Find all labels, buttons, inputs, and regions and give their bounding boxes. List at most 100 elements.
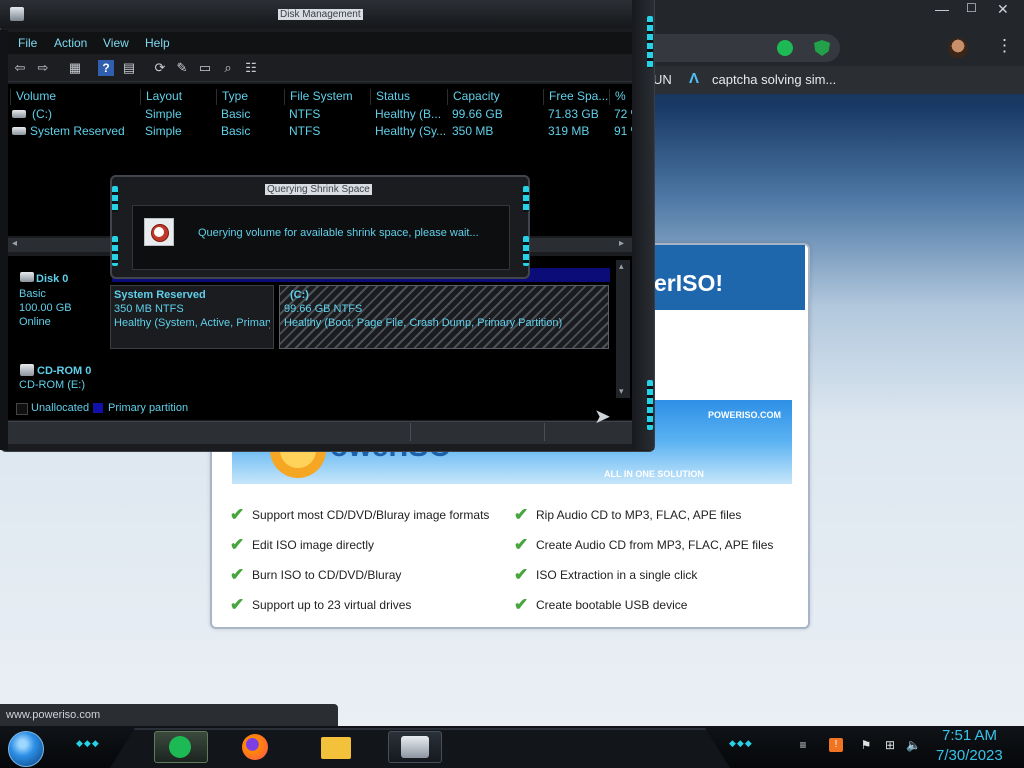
frame-accent (647, 16, 653, 68)
browser-minimize-button[interactable]: — (935, 1, 949, 17)
check-icon: ✔ (514, 535, 529, 554)
vertical-scrollbar[interactable] (616, 260, 630, 398)
properties-icon[interactable]: ▤ (121, 60, 137, 76)
clock-time[interactable]: 7:51 AM (942, 727, 997, 744)
refresh-icon[interactable]: ⟳ (152, 60, 168, 76)
menu-action[interactable]: Action (54, 36, 87, 50)
volume-icon[interactable]: 🔈 (906, 738, 921, 752)
feature-label: Support most CD/DVD/Bluray image formats (252, 508, 490, 522)
status-divider (410, 423, 411, 441)
profile-avatar[interactable] (948, 38, 968, 58)
captcha-bookmark-icon: Λ (689, 70, 700, 87)
cell-volume: System Reserved (30, 124, 125, 138)
table-row[interactable] (10, 107, 632, 123)
disk-label[interactable]: Disk 0 (36, 272, 68, 286)
back-icon[interactable]: ⇦ (12, 60, 28, 76)
column-header-capacity[interactable]: Capacity (447, 89, 543, 105)
status-divider (544, 423, 545, 441)
console-tree-icon[interactable]: ▦ (67, 60, 83, 76)
legend-primary-swatch (93, 403, 103, 413)
menu-file[interactable]: File (18, 36, 37, 50)
taskbar-accent: ◆◆◆ (76, 738, 100, 748)
check-icon: ✔ (514, 595, 529, 614)
cell-percent-free: 91 % (614, 124, 632, 138)
clock-date[interactable]: 7/30/2023 (936, 747, 1003, 764)
drive-icon (12, 110, 26, 118)
dialog-message: Querying volume for available shrink spa… (198, 227, 479, 239)
cdrom-label[interactable]: CD-ROM 0 (37, 364, 91, 378)
firefox-icon (242, 734, 268, 760)
check-icon: ✔ (230, 535, 245, 554)
mouse-cursor-icon: ➤ (594, 406, 611, 428)
taskbar-notes-app[interactable] (154, 731, 208, 763)
feature-label: ISO Extraction in a single click (536, 568, 698, 582)
feature-item: ✔ Burn ISO to CD/DVD/Bluray (230, 565, 401, 585)
browser-close-button[interactable]: ✕ (997, 1, 1009, 18)
frame-accent (647, 380, 653, 430)
partition-name: System Reserved (114, 289, 206, 301)
taskbar-file-explorer[interactable] (312, 731, 364, 761)
start-button[interactable] (8, 731, 44, 767)
window-title: Disk Management (278, 9, 363, 20)
feature-item: ✔ Support most CD/DVD/Bluray image format… (230, 505, 489, 525)
taskbar-accent: ◆◆◆ (729, 738, 753, 748)
menu-help[interactable]: Help (145, 36, 170, 50)
check-icon: ✔ (514, 565, 529, 584)
notes-extension-icon[interactable] (777, 40, 793, 56)
open-icon[interactable]: ▭ (197, 60, 213, 76)
column-header-layout[interactable]: Layout (140, 89, 216, 105)
browser-maximize-button[interactable]: ☐ (966, 1, 977, 15)
dialog-frame-accent (523, 186, 529, 212)
window-frame-left (0, 30, 8, 450)
column-header-type[interactable]: Type (216, 89, 284, 105)
link-status-url: www.poweriso.com (0, 704, 338, 726)
column-header-free-space[interactable]: Free Spa... (543, 89, 609, 105)
disk-icon (20, 272, 34, 282)
check-icon: ✔ (230, 565, 245, 584)
settings-icon[interactable]: ☷ (243, 60, 259, 76)
cdrom-drive: CD-ROM (E:) (19, 379, 85, 391)
check-disk-icon[interactable]: ✎ (174, 60, 190, 76)
taskbar-disk-management[interactable] (388, 731, 442, 763)
taskbar-firefox[interactable] (232, 731, 284, 761)
cell-layout: Simple (145, 124, 182, 138)
menu-view[interactable]: View (103, 36, 129, 50)
partition-status: Healthy (System, Active, Primary (114, 317, 270, 329)
legend-unallocated-swatch (16, 403, 28, 415)
cell-layout: Simple (145, 107, 182, 121)
tray-warning-icon[interactable]: ! (829, 738, 843, 752)
dialog-frame-accent (112, 186, 118, 212)
feature-item: ✔ Create Audio CD from MP3, FLAC, APE fil… (514, 535, 773, 555)
cell-volume: (C:) (32, 107, 52, 121)
help-icon[interactable]: ? (98, 60, 114, 76)
tray-menu-icon[interactable]: ≡ (796, 738, 810, 752)
feature-label: Rip Audio CD to MP3, FLAC, APE files (536, 508, 742, 522)
cell-type: Basic (221, 124, 251, 138)
search-icon[interactable]: ⌕ (220, 60, 236, 76)
column-header-percent-free[interactable]: % F (609, 89, 632, 105)
forward-icon[interactable]: ⇨ (35, 60, 51, 76)
scroll-down-icon[interactable]: ▾ (619, 386, 624, 397)
column-header-volume[interactable]: Volume (10, 89, 140, 105)
feature-item: ✔ Create bootable USB device (514, 595, 687, 615)
banner-tagline: ALL IN ONE SOLUTION (604, 469, 704, 479)
cell-free-space: 319 MB (548, 124, 590, 138)
feature-item: ✔ Rip Audio CD to MP3, FLAC, APE files (514, 505, 741, 525)
flag-icon[interactable]: ⚑ (859, 738, 873, 752)
column-header-status[interactable]: Status (370, 89, 447, 105)
poweriso-heading: erISO! (654, 270, 724, 296)
bookmark-un[interactable]: UN (653, 72, 672, 87)
partition-size: 350 MB NTFS (114, 303, 184, 315)
cell-type: Basic (221, 107, 251, 121)
column-header-file-system[interactable]: File System (284, 89, 370, 105)
cell-percent-free: 72 % (614, 107, 632, 121)
browser-menu-icon[interactable]: ⋮ (996, 36, 1013, 58)
bookmark-captcha[interactable]: captcha solving sim... (712, 72, 836, 87)
address-bar[interactable] (630, 34, 840, 62)
scroll-left-icon[interactable]: ◂ (12, 238, 17, 249)
partition-name: (C:) (290, 289, 309, 301)
network-icon[interactable]: ⊞ (883, 738, 897, 752)
scroll-right-icon[interactable]: ▸ (619, 238, 624, 249)
feature-item: ✔ Edit ISO image directly (230, 535, 374, 555)
scroll-up-icon[interactable]: ▴ (619, 261, 624, 272)
